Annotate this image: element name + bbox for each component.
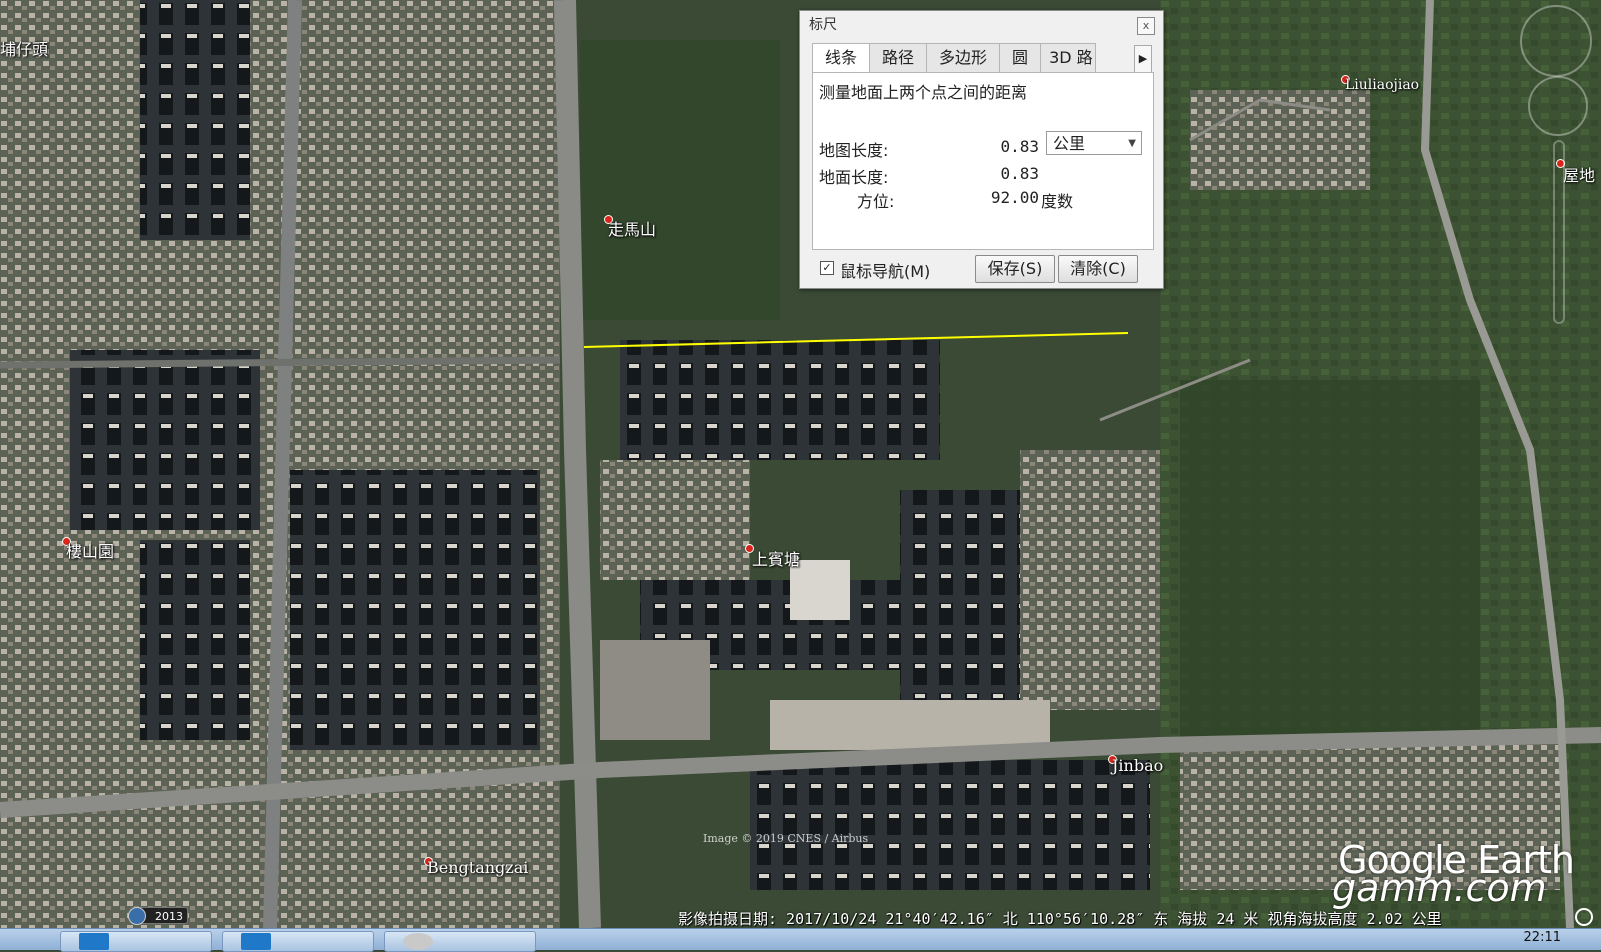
heading-unit: 度数 [1041, 192, 1074, 211]
status-indicator-icon [1575, 908, 1593, 926]
history-year: 2013 [155, 910, 183, 923]
ruler-footer: ✓ 鼠标导航(M) 保存(S) 清除(C) [812, 255, 1152, 283]
heading-value: 92.00 [990, 188, 1039, 207]
place-label[interactable]: 上賓塘 [752, 546, 800, 570]
taskbar: 22:11 [0, 928, 1601, 952]
place-label[interactable]: 屋地 [1563, 162, 1595, 186]
chevron-down-icon: ▼ [1128, 138, 1136, 149]
unit-select-value: 公里 [1053, 134, 1086, 153]
zoom-slider[interactable] [1553, 140, 1565, 324]
heading-label: 方位: [857, 192, 895, 211]
mouse-nav-checkbox[interactable]: ✓ [820, 261, 834, 275]
image-attribution: Image © 2019 CNES / Airbus [703, 832, 869, 845]
dialog-title: 标尺 [809, 17, 837, 33]
map-length-value: 0.83 [1000, 137, 1039, 156]
taskbar-clock[interactable]: 22:11 [1524, 930, 1561, 945]
tab-scroll-right-icon[interactable]: ▶ [1134, 45, 1152, 73]
ruler-dialog: 标尺 x 线条 路径 多边形 圆 3D 路 ▶ 测量地面上两个点之间的距离 地图… [799, 10, 1164, 289]
place-label[interactable]: Jinbao [1112, 756, 1163, 775]
clear-button[interactable]: 清除(C) [1058, 255, 1138, 283]
ruler-tabs: 线条 路径 多边形 圆 3D 路 [812, 43, 1097, 74]
map-length-label: 地图长度: [819, 141, 889, 160]
google-earth-icon [403, 933, 433, 950]
tab-path[interactable]: 路径 [869, 43, 928, 72]
ground-length-label: 地面长度: [819, 168, 889, 187]
history-clock-icon[interactable] [128, 907, 146, 925]
place-label[interactable]: Liuliaojiao [1345, 77, 1419, 93]
ground-length-value: 0.83 [1000, 164, 1039, 183]
place-label[interactable]: 走馬山 [608, 216, 656, 240]
measure-panel: 测量地面上两个点之间的距离 地图长度: 0.83 公里 ▼ 地面长度: 0.83… [812, 72, 1154, 250]
mouse-nav-label[interactable]: 鼠标导航(M) [840, 258, 930, 282]
measure-description: 测量地面上两个点之间的距离 [819, 83, 1028, 102]
app-icon [241, 933, 271, 950]
move-joystick[interactable] [1528, 76, 1588, 136]
app-icon [79, 933, 109, 950]
save-button[interactable]: 保存(S) [975, 255, 1055, 283]
look-joystick[interactable] [1520, 5, 1592, 77]
unit-select[interactable]: 公里 ▼ [1046, 131, 1142, 155]
place-label[interactable]: 埔仔頭 [0, 36, 48, 60]
watermark: gamm.com [1332, 866, 1547, 910]
close-button[interactable]: x [1137, 17, 1155, 35]
status-bar-text: 影像拍摄日期: 2017/10/24 21°40′42.16″ 北 110°56… [678, 910, 1442, 928]
tab-polygon[interactable]: 多边形 [926, 43, 1001, 72]
tab-circle[interactable]: 圆 [999, 43, 1042, 72]
place-label[interactable]: Bengtangzai [427, 858, 528, 877]
tab-line[interactable]: 线条 [812, 43, 871, 74]
tab-3d-path[interactable]: 3D 路 [1040, 43, 1097, 72]
place-label[interactable]: 樓山園 [66, 538, 114, 562]
